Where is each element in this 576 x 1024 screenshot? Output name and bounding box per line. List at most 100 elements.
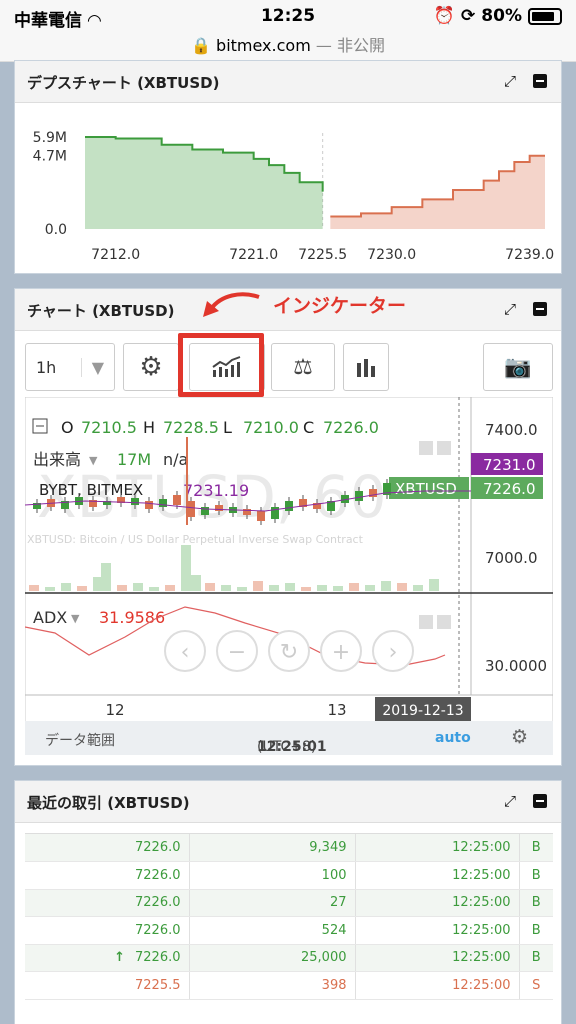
trade-time: 12:25:00 [355, 971, 520, 1000]
trades-panel-title: 最近の取引 (XBTUSD) [27, 794, 190, 812]
trade-size-text: 398 [321, 977, 347, 993]
volume-bar [165, 585, 175, 591]
volume-bar [29, 585, 39, 591]
trade-time: 12:25:00 [355, 916, 520, 945]
expand-icon[interactable]: ⤢ [501, 792, 519, 810]
volume-bar [413, 585, 423, 591]
minimize-button[interactable] [531, 792, 549, 810]
url-text: bitmex.com [216, 36, 311, 55]
auto-scale-toggle[interactable]: auto [435, 730, 471, 746]
trade-price: 7226.0 [25, 834, 190, 862]
trade-size: 524 [189, 916, 356, 945]
compare-button[interactable]: ⚖ [271, 343, 335, 391]
expand-icon[interactable]: ⤢ [501, 300, 519, 318]
chart-panel-header: チャート (XBTUSD) インジケーター ⤢ [15, 289, 561, 331]
chevron-down-icon: ▼ [89, 454, 98, 467]
adx-tick: 30.0000 [485, 657, 547, 675]
trade-size-text: 100 [321, 867, 347, 883]
gear-icon[interactable]: ⚙ [511, 726, 528, 748]
adx-label: ADX [33, 608, 67, 627]
trade-size: 9,349 [189, 834, 356, 862]
candle [285, 501, 293, 511]
candle [173, 495, 181, 505]
minimize-icon [533, 794, 547, 808]
trade-price-text: 7226.0 [135, 840, 181, 855]
date-badge-text: 2019-12-13 [382, 703, 463, 719]
interval-value: 1h [36, 357, 57, 377]
exchange-value: 7231.19 [183, 481, 249, 500]
depth-x-tick: 7221.0 [229, 247, 278, 263]
trade-row: 7226.0 100 12:25:00 B [25, 861, 553, 890]
candle [187, 501, 195, 517]
address-bar[interactable]: 🔒 bitmex.com — 非公開 [0, 32, 576, 56]
ohlc-value: 7210.0 [243, 418, 299, 437]
candle [215, 505, 223, 511]
volume-bar [253, 581, 263, 591]
depth-y-tick: 5.9M [33, 130, 67, 146]
settings-button[interactable]: ⚙ [123, 343, 179, 391]
chart-panel-title: チャート (XBTUSD) [27, 302, 175, 320]
trade-row: 7226.0 524 12:25:00 B [25, 916, 553, 945]
chart-toolbar: 1h ▼ ⚙ ⚖ 📷 [25, 343, 553, 391]
trade-side-text: B [531, 840, 541, 855]
trade-time-text: 12:25:00 [452, 922, 511, 938]
ohlc-value: 7210.5 [81, 418, 137, 437]
volume-bar [397, 583, 407, 591]
volume-label: 出来高 [33, 450, 81, 469]
minimize-icon [533, 74, 547, 88]
volume-bar [365, 585, 375, 591]
candle [355, 491, 363, 501]
rotation-lock-icon: ⟳ [461, 6, 476, 26]
symbol-badge-text: XBTUSD [395, 480, 457, 498]
pane-control-icon [419, 615, 433, 629]
depth-y-tick: 4.7M [33, 149, 67, 165]
trade-price: ↑ 7226.0 [25, 944, 190, 972]
trade-time-text: 12:25:00 [452, 895, 511, 911]
depth-y-tick: 0.0 [45, 222, 67, 238]
trade-side: B [519, 889, 553, 917]
minimize-icon [533, 302, 547, 316]
trade-size: 398 [189, 971, 356, 1000]
trade-size-text: 524 [321, 922, 347, 938]
minimize-button[interactable] [531, 300, 549, 318]
trade-side-text: B [531, 895, 541, 911]
price-tick: 7400.0 [485, 421, 538, 439]
expand-icon[interactable]: ⤢ [501, 72, 519, 90]
camera-icon: 📷 [504, 354, 532, 380]
trade-side-text: B [531, 922, 541, 938]
volume-bar [429, 579, 439, 591]
volume-bar [381, 581, 391, 591]
ohlc-value: H [143, 418, 155, 437]
volume-bar [205, 583, 215, 591]
screenshot-button[interactable]: 📷 [483, 343, 553, 391]
chart-type-button[interactable] [343, 343, 389, 391]
trade-time-text: 12:25:00 [452, 977, 511, 993]
url-suffix: — 非公開 [315, 36, 385, 55]
minimize-button[interactable] [531, 72, 549, 90]
trade-price-text: 7226.0 [135, 950, 181, 966]
ohlc-value: L [223, 418, 232, 437]
price-badge-green-text: 7226.0 [483, 480, 536, 498]
pane-control-icon [437, 441, 451, 455]
status-bar: 中華電信 ◠ 12:25 ⏰ ⟳ 80% 🔒 bitmex.com — 非公開 [0, 0, 576, 62]
volume-bar [269, 585, 279, 591]
volume-bar [149, 587, 159, 591]
volume-bar [61, 583, 71, 591]
volume-bar [117, 585, 127, 591]
interval-select[interactable]: 1h ▼ [25, 343, 115, 391]
candle [201, 507, 209, 515]
depth-ask-area [330, 155, 545, 229]
chart-frame [25, 397, 553, 723]
data-range-button[interactable]: データ範囲 [45, 730, 115, 750]
pane-control-icon [419, 441, 433, 455]
volume-bar [77, 586, 87, 591]
trade-side: S [519, 971, 553, 1000]
trade-side-text: B [531, 867, 541, 883]
price-chart[interactable]: XBTUSD, 60XBTUSD: Bitcoin / US Dollar Pe… [25, 397, 553, 723]
trade-price-text: 7226.0 [135, 895, 181, 911]
zoom-out-icon: − [228, 640, 246, 665]
trade-time: 12:25:00 [355, 944, 520, 972]
trade-size-text: 9,349 [309, 840, 347, 855]
candle [145, 501, 153, 509]
trade-time: 12:25:00 [355, 889, 520, 917]
